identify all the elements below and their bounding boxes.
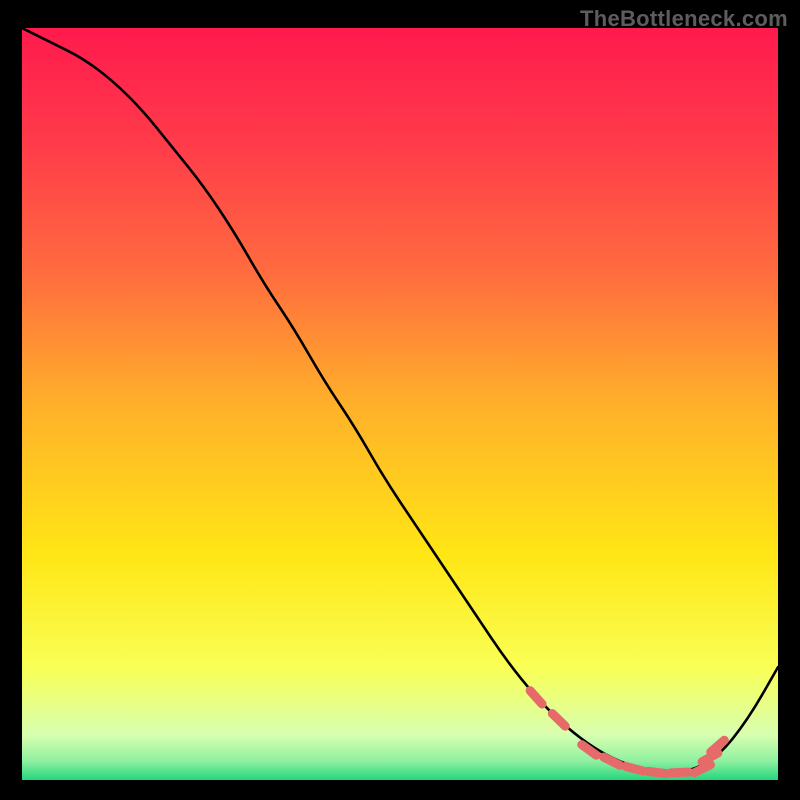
curve-marker [648, 771, 666, 773]
curve-marker [671, 772, 689, 773]
chart-svg [22, 28, 778, 780]
plot-area [22, 28, 778, 780]
chart-background [22, 28, 778, 780]
chart-container: TheBottleneck.com [0, 0, 800, 800]
curve-marker [626, 766, 643, 771]
